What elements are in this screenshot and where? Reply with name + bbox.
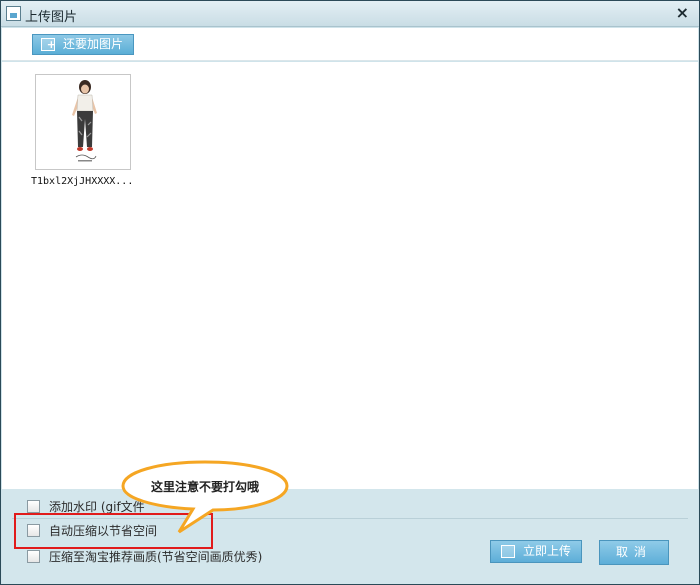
cancel-button[interactable]: 取消 <box>599 540 669 565</box>
taobao-quality-label: 压缩至淘宝推荐画质(节省空间画质优秀) <box>49 549 263 564</box>
dialog-title: 上传图片 <box>25 10 78 25</box>
taobao-quality-checkbox[interactable] <box>27 549 40 563</box>
title-bar[interactable]: 上传图片 × <box>1 1 699 27</box>
callout-bubble: 这里注意不要打勾哦 <box>121 460 289 534</box>
upload-icon <box>501 545 515 558</box>
upload-dialog: 上传图片 × 还要加图片 <box>0 0 700 585</box>
thumbnail-item[interactable]: T1bxl2XjJHXXXX... <box>31 74 135 187</box>
toolbar: 还要加图片 <box>2 28 698 61</box>
thumbnail-filename: T1bxl2XjJHXXXX... <box>31 176 134 187</box>
model-photo-icon <box>72 80 97 162</box>
add-image-icon <box>41 35 56 54</box>
watermark-checkbox[interactable] <box>27 499 40 513</box>
speech-bubble-icon <box>121 460 289 534</box>
thumbnail-image[interactable] <box>35 74 131 170</box>
add-more-images-label: 还要加图片 <box>63 37 124 51</box>
taobao-quality-option[interactable]: 压缩至淘宝推荐画质(节省空间画质优秀) <box>27 548 262 564</box>
upload-now-label: 立即上传 <box>523 544 572 558</box>
callout-text: 这里注意不要打勾哦 <box>150 480 259 494</box>
image-list-area: T1bxl2XjJHXXXX... <box>2 62 698 489</box>
image-icon <box>6 6 21 21</box>
add-more-images-button[interactable]: 还要加图片 <box>32 34 135 55</box>
close-button[interactable]: × <box>676 4 689 22</box>
upload-now-button[interactable]: 立即上传 <box>490 540 582 563</box>
